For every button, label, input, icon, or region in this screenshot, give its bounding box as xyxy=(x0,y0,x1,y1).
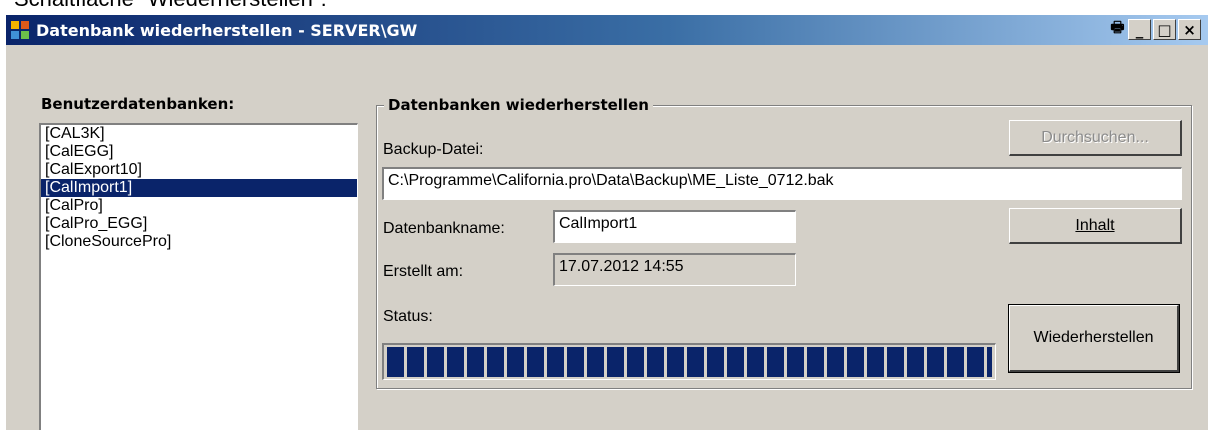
list-item[interactable]: [CalEGG] xyxy=(41,143,357,161)
print-icon[interactable]: 🖶 xyxy=(1106,18,1129,40)
database-name-label: Datenbankname: xyxy=(383,220,505,237)
created-on-field: 17.07.2012 14:55 xyxy=(553,253,796,286)
close-button[interactable]: × xyxy=(1178,19,1201,40)
status-label: Status: xyxy=(383,308,433,325)
list-item-selected[interactable]: [CalImport1] xyxy=(41,179,357,197)
restore-progress-bar xyxy=(382,343,996,380)
database-name-input[interactable]: CalImport1 xyxy=(553,210,796,243)
list-item[interactable]: [CalPro_EGG] xyxy=(41,215,357,233)
window-title: Datenbank wiederherstellen - SERVER\GW xyxy=(36,21,418,40)
backup-file-label: Backup-Datei: xyxy=(383,141,484,158)
title-bar[interactable]: Datenbank wiederherstellen - SERVER\GW 🖶… xyxy=(6,15,1208,45)
created-on-label: Erstellt am: xyxy=(383,263,464,280)
progress-fill xyxy=(387,347,992,377)
browse-button[interactable]: Durchsuchen... xyxy=(1009,120,1182,156)
user-databases-label: Benutzerdatenbanken: xyxy=(41,95,235,113)
caption-text: Schaltfläche "Wiederherstellen": xyxy=(14,0,327,11)
list-item[interactable]: [CAL3K] xyxy=(41,125,357,143)
user-databases-list[interactable]: [CAL3K] [CalEGG] [CalExport10] [CalImpor… xyxy=(39,123,358,430)
group-title: Datenbanken wiederherstellen xyxy=(384,96,653,114)
maximize-button[interactable]: □ xyxy=(1153,19,1176,40)
restore-button[interactable]: Wiederherstellen xyxy=(1008,304,1180,373)
app-icon xyxy=(11,21,29,39)
minimize-button[interactable]: _ xyxy=(1128,19,1151,40)
restore-database-window: Datenbank wiederherstellen - SERVER\GW 🖶… xyxy=(5,14,1208,430)
list-item[interactable]: [CalPro] xyxy=(41,197,357,215)
backup-file-input[interactable]: C:\Programme\California.pro\Data\Backup\… xyxy=(382,167,1182,200)
list-item[interactable]: [CalExport10] xyxy=(41,161,357,179)
content-button[interactable]: Inhalt xyxy=(1009,208,1182,244)
list-item[interactable]: [CloneSourcePro] xyxy=(41,233,357,251)
